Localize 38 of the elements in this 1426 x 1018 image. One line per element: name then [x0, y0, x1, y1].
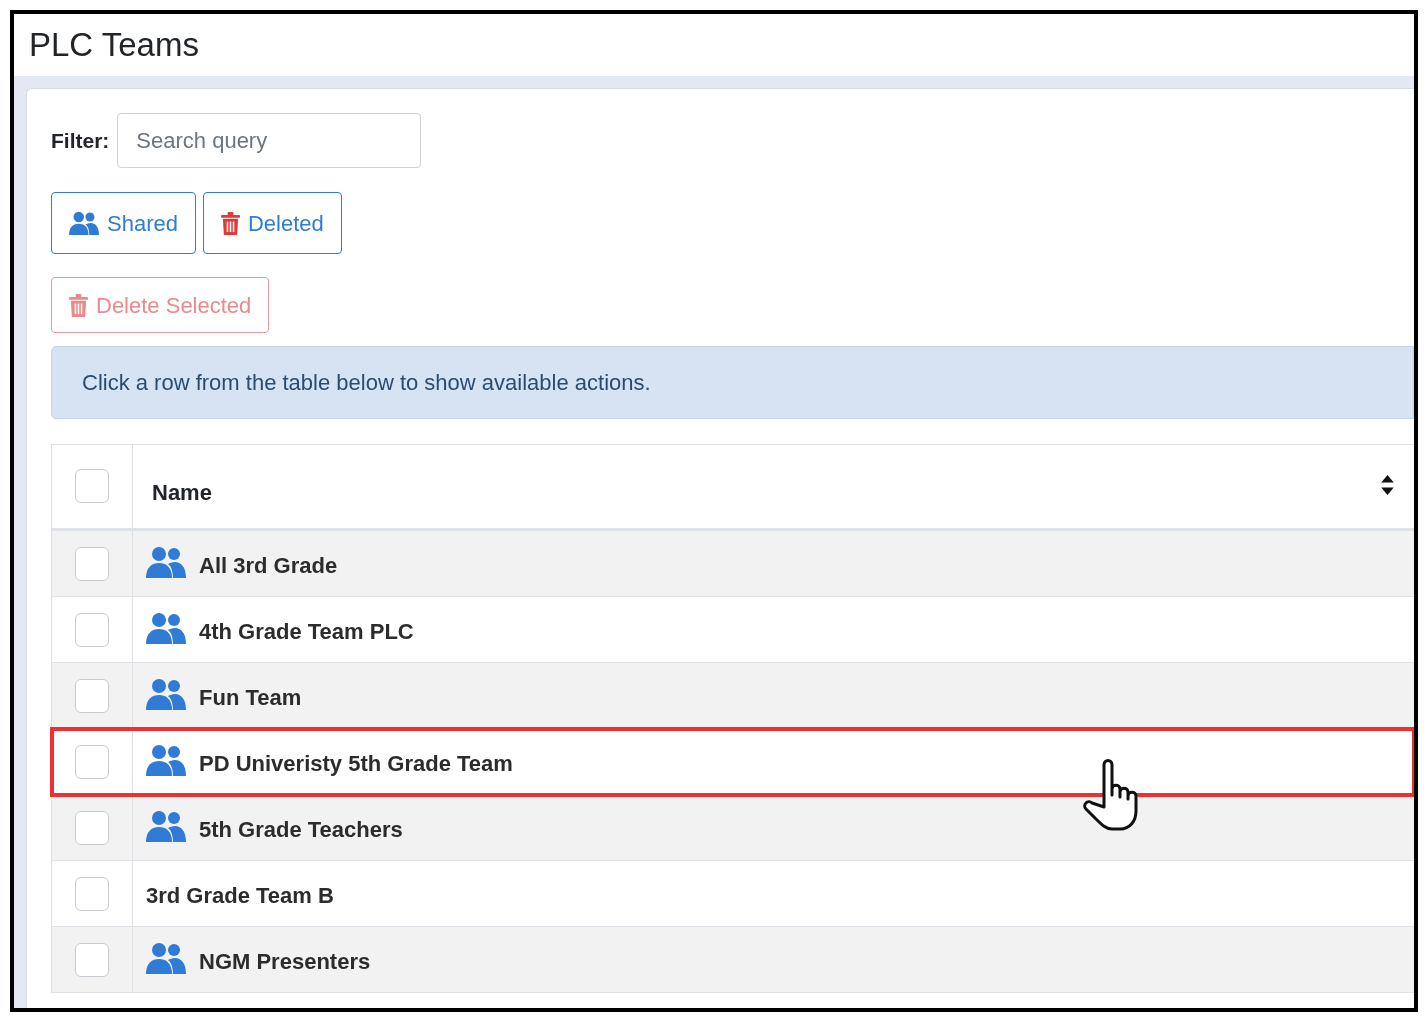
team-name: NGM Presenters	[199, 948, 371, 976]
filter-label: Filter:	[51, 127, 110, 154]
page-title: PLC Teams	[29, 25, 199, 66]
team-name: All 3rd Grade	[199, 552, 338, 580]
table-row[interactable]: 3rd Grade Team B	[52, 861, 1414, 927]
team-name: 3rd Grade Team B	[146, 882, 334, 910]
table-row[interactable]: All 3rd Grade	[52, 531, 1414, 597]
column-header[interactable]: Name	[133, 445, 1414, 528]
deleted-button[interactable]: Deleted	[202, 192, 342, 254]
checkbox[interactable]	[75, 744, 109, 779]
users-icon	[146, 677, 186, 710]
table-row[interactable]: NGM Presenters	[52, 927, 1414, 993]
checkbox[interactable]	[75, 876, 109, 911]
search-field[interactable]: Search query	[117, 113, 422, 168]
checkbox[interactable]	[75, 678, 109, 713]
checkbox[interactable]	[75, 469, 109, 503]
checkbox[interactable]	[75, 942, 109, 977]
users-icon	[146, 809, 186, 842]
trash-icon	[69, 293, 88, 317]
checkbox[interactable]	[75, 810, 109, 845]
info-alert: Click a row from the table below to show available actions.	[51, 346, 1414, 419]
checkbox[interactable]	[75, 546, 109, 581]
users-icon	[146, 941, 186, 974]
users-icon	[69, 211, 99, 235]
users-icon	[146, 743, 186, 776]
shared-button[interactable]: Shared	[51, 192, 196, 254]
checkbox[interactable]	[75, 612, 109, 647]
team-name: Fun Team	[199, 684, 302, 712]
table-row[interactable]: Fun Team	[52, 663, 1414, 729]
sort-icon[interactable]	[1381, 474, 1394, 495]
table-row[interactable]: 4th Grade Team PLC	[52, 597, 1414, 663]
trash-icon	[220, 211, 240, 235]
users-icon	[146, 611, 186, 644]
users-icon	[146, 545, 186, 578]
team-name: PD Univeristy 5th Grade Team	[199, 750, 513, 778]
table-row[interactable]: 5th Grade Teachers	[52, 795, 1414, 861]
team-name: 5th Grade Teachers	[199, 816, 403, 844]
team-name: 4th Grade Team PLC	[199, 618, 414, 646]
